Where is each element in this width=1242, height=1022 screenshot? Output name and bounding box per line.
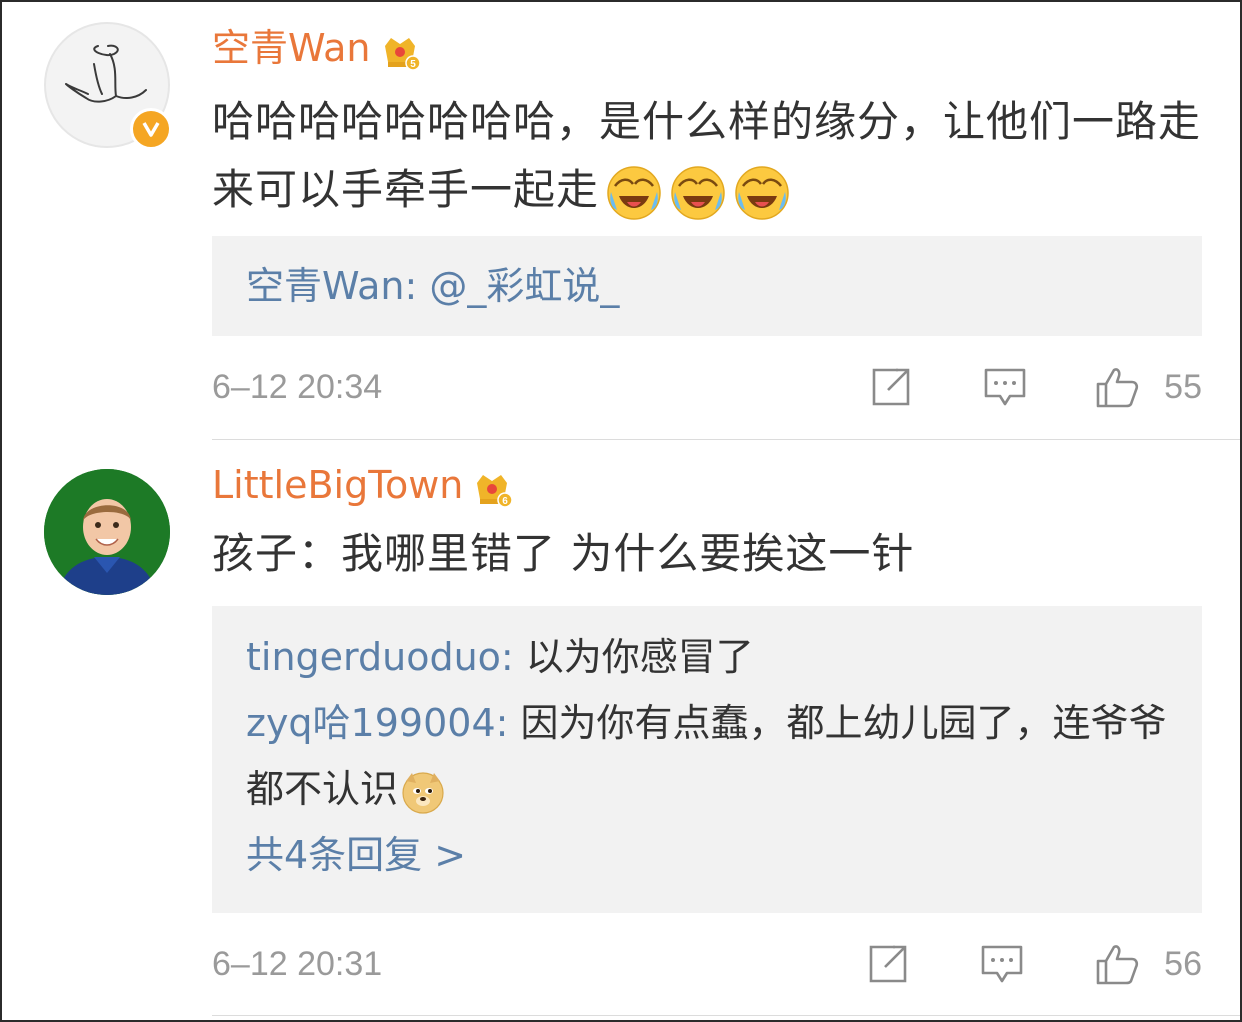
like-count: 55 [1164,368,1202,406]
username[interactable]: 空青Wan 5 [212,24,421,72]
share-icon[interactable] [868,364,914,410]
reply-separator: : [495,701,521,745]
doge-emoji-icon [402,771,444,814]
svg-text:5: 5 [410,59,416,70]
laugh-cry-emoji-icon [607,165,661,220]
verified-badge-icon [130,108,172,150]
divider [212,1015,1240,1016]
crown-level-icon: 6 [477,474,514,508]
reply-line[interactable]: 空青Wan: @_彩虹说_ [246,253,1202,319]
comment-meta: 6–12 20:34 55 [212,362,1202,412]
reply-username[interactable]: 空青Wan [246,264,405,308]
comment-icon[interactable] [982,364,1028,410]
reply-box[interactable]: tingerduoduo: 以为你感冒了 zyq哈199004: 因为你有点蠢，… [212,606,1202,913]
reply-text: 以为你感冒了 [525,635,754,679]
comment-content: 哈哈哈哈哈哈哈哈，是什么样的缘分，让他们一路走来可以手牵手一起走 [212,88,1212,224]
reply-username[interactable]: tingerduoduo [246,635,501,679]
timestamp: 6–12 20:31 [212,945,383,983]
reply-separator: : [404,264,430,308]
crown-level-icon: 5 [384,37,421,71]
username[interactable]: LittleBigTown 6 [212,461,514,509]
comment-content: 孩子：我哪里错了 为什么要挨这一针 [212,520,1212,588]
divider [212,439,1240,440]
share-icon[interactable] [865,941,911,987]
comment-meta: 6–12 20:31 56 [212,939,1202,989]
more-replies-link[interactable]: 共4条回复 > [246,822,1202,888]
laugh-cry-emoji-icon [671,165,725,220]
avatar[interactable] [44,469,170,595]
comment-text: 孩子：我哪里错了 为什么要挨这一针 [212,529,915,578]
avatar[interactable] [44,22,172,150]
comment-icon[interactable] [979,941,1025,987]
like-icon[interactable] [1094,941,1140,987]
username-text[interactable]: LittleBigTown [212,463,463,507]
reply-mention[interactable]: @_彩虹说_ [429,264,619,308]
reply-separator: : [500,635,526,679]
reply-line[interactable]: zyq哈199004: 因为你有点蠢，都上幼儿园了，连爷爷都不认识 [246,690,1202,822]
username-text[interactable]: 空青Wan [212,26,371,70]
svg-text:6: 6 [503,496,509,507]
laugh-cry-emoji-icon [735,165,789,220]
reply-line[interactable]: tingerduoduo: 以为你感冒了 [246,624,1202,690]
child-photo-avatar-image [44,469,170,595]
like-count: 56 [1164,945,1202,983]
timestamp: 6–12 20:34 [212,368,383,406]
like-icon[interactable] [1094,364,1140,410]
reply-username[interactable]: zyq哈199004 [246,701,496,745]
reply-box[interactable]: 空青Wan: @_彩虹说_ [212,236,1202,336]
